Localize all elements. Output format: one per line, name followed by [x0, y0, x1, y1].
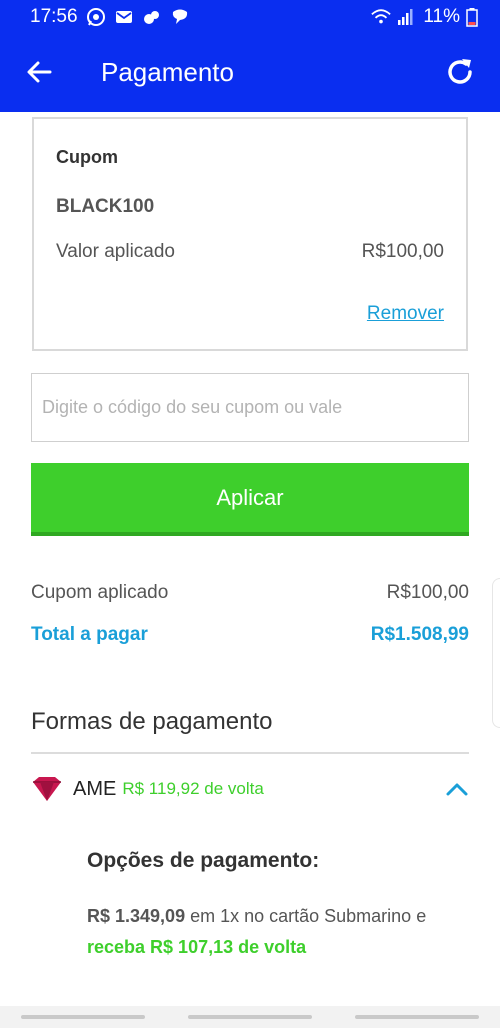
applied-value-label: Valor aplicado [56, 241, 176, 262]
scroll-indicator [492, 578, 500, 728]
app-bar: Pagamento [0, 34, 500, 112]
coupon-title: Cupom [56, 147, 118, 167]
coupon-summary-row: Cupom aplicado R$100,00 [31, 582, 469, 604]
coupon-code-input[interactable] [31, 373, 469, 442]
total-row: Total a pagar R$1.508,99 [31, 624, 469, 646]
refresh-icon[interactable] [442, 54, 478, 90]
option-price: R$ 1.349,09 [87, 906, 186, 926]
mail-icon [114, 7, 134, 27]
ame-logo-icon [31, 776, 63, 802]
status-time: 17:56 [30, 6, 78, 27]
status-bar: 17:56 11% [0, 0, 500, 34]
applied-value: R$100,00 [361, 241, 444, 262]
ame-name: AME [73, 777, 117, 800]
app-icon [142, 7, 162, 27]
apply-coupon-button[interactable]: Aplicar [31, 463, 469, 536]
battery-icon [466, 7, 486, 27]
coupon-summary-label: Cupom aplicado [31, 582, 169, 603]
coupon-summary-value: R$100,00 [386, 582, 469, 603]
payment-methods-title: Formas de pagamento [31, 708, 273, 735]
ame-cashback: R$ 119,92 de volta [122, 779, 264, 798]
total-value: R$1.508,99 [370, 624, 469, 645]
payment-options-text: R$ 1.349,09 em 1x no cartão Submarino e … [87, 901, 427, 963]
battery-percent: 11% [423, 6, 460, 27]
page-title: Pagamento [101, 57, 234, 87]
payment-options-title: Opções de pagamento: [87, 849, 320, 872]
remove-coupon-link[interactable]: Remover [367, 303, 444, 325]
payment-method-ame[interactable]: AME R$ 119,92 de volta [31, 770, 469, 808]
coupon-card: Cupom BLACK100 Valor aplicado R$100,00 R… [32, 117, 468, 351]
status-right: 11% [371, 6, 486, 28]
total-label: Total a pagar [31, 624, 148, 645]
status-left: 17:56 [30, 6, 190, 28]
whatsapp-icon [86, 7, 106, 27]
arrow-left-icon[interactable] [24, 56, 56, 88]
option-cashback: receba R$ 107,13 de volta [87, 937, 307, 957]
nav-pill [21, 1015, 146, 1019]
nav-pill [187, 1015, 312, 1019]
option-description: em 1x no cartão Submarino e [185, 906, 427, 926]
system-nav-bar [0, 1006, 500, 1028]
coupon-code: BLACK100 [56, 196, 155, 217]
divider [31, 752, 469, 754]
signal-icon [397, 7, 417, 27]
chat-icon [170, 7, 190, 27]
wifi-icon [371, 7, 392, 27]
nav-pill [354, 1015, 479, 1019]
chevron-up-icon[interactable] [445, 778, 469, 800]
